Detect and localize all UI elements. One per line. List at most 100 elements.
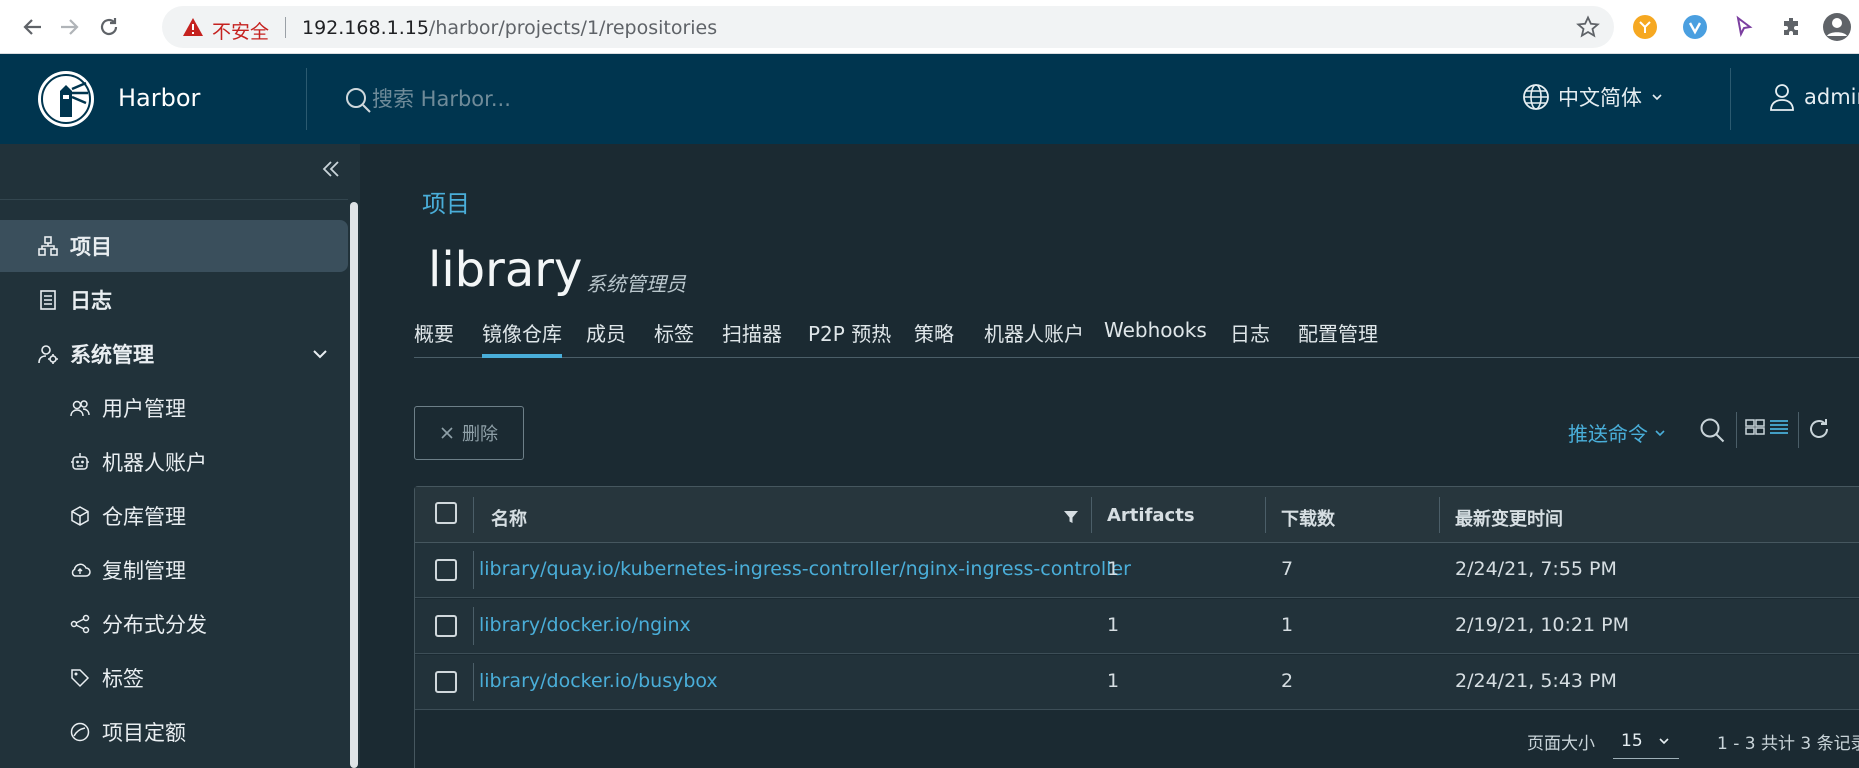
sidebar-item-label: 系统管理	[70, 343, 154, 367]
back-arrow-icon	[23, 19, 41, 35]
tab-logs[interactable]: 日志	[1230, 312, 1270, 358]
column-updated-header[interactable]: 最新变更时间	[1455, 505, 1563, 531]
distribution-icon	[68, 612, 92, 636]
sidebar-item-users[interactable]: 用户管理	[0, 382, 348, 434]
tag-icon	[68, 666, 92, 690]
bookmark-star-icon[interactable]	[1576, 15, 1600, 39]
sidebar-item-replications[interactable]: 复制管理	[0, 544, 348, 596]
table-row[interactable]: library/quay.io/kubernetes-ingress-contr…	[415, 543, 1859, 598]
language-selector[interactable]: 中文简体	[1522, 82, 1664, 112]
collapse-sidebar-icon[interactable]	[320, 158, 342, 180]
sidebar-scrollbar[interactable]	[348, 200, 360, 768]
header-divider-2	[1730, 68, 1731, 130]
repository-name-link[interactable]: library/docker.io/busybox	[479, 670, 718, 692]
replication-icon	[68, 558, 92, 582]
row-divider	[473, 663, 474, 701]
filter-icon[interactable]	[1063, 509, 1079, 525]
row-checkbox[interactable]	[435, 671, 457, 693]
scrollbar-thumb[interactable]	[350, 202, 358, 768]
tab-summary[interactable]: 概要	[414, 312, 454, 358]
tab-webhooks[interactable]: Webhooks	[1104, 312, 1207, 358]
table-row[interactable]: library/docker.io/nginx 1 1 2/19/21, 10:…	[415, 599, 1859, 654]
user-icon	[1770, 84, 1794, 111]
address-bar[interactable]: 不安全 192.168.1.15/harbor/projects/1/repos…	[162, 6, 1614, 48]
sidebar-item-logs[interactable]: 日志	[0, 274, 348, 326]
column-divider	[473, 497, 474, 533]
updated-time: 2/24/21, 7:55 PM	[1455, 558, 1617, 580]
column-pulls-header[interactable]: 下载数	[1281, 505, 1335, 531]
extension-1[interactable]	[1630, 12, 1660, 42]
row-divider	[473, 607, 474, 645]
chevron-down-icon[interactable]	[310, 344, 330, 364]
global-search-input[interactable]	[372, 82, 972, 116]
tab-labels[interactable]: 标签	[654, 312, 694, 358]
sidebar-item-label: 机器人账户	[102, 451, 207, 475]
globe-icon	[1523, 84, 1549, 110]
list-view-toggle[interactable]	[1768, 416, 1790, 438]
repository-name-link[interactable]: library/docker.io/nginx	[479, 614, 691, 636]
omnibox-divider	[285, 17, 286, 38]
log-icon	[36, 288, 60, 312]
tab-policy[interactable]: 策略	[914, 312, 954, 358]
sidebar-item-project-quotas[interactable]: 项目定额	[0, 706, 348, 758]
brand-name[interactable]: Harbor	[118, 84, 200, 112]
language-label: 中文简体	[1558, 86, 1642, 110]
sidebar-item-label: 仓库管理	[102, 505, 186, 529]
user-name: admin	[1804, 85, 1859, 109]
row-checkbox[interactable]	[435, 615, 457, 637]
sidebar-item-projects[interactable]: 项目	[0, 220, 348, 272]
table-search-button[interactable]	[1698, 416, 1726, 444]
table-footer: 页面大小 15 1 - 3 共计 3 条记录	[415, 713, 1859, 768]
pull-count: 2	[1281, 670, 1294, 692]
tab-repositories[interactable]: 镜像仓库	[482, 312, 562, 358]
harbor-logo-icon[interactable]	[36, 69, 96, 129]
sidebar-item-label: 日志	[70, 289, 112, 313]
chevron-down-icon	[1659, 737, 1669, 744]
sidebar-item-labels[interactable]: 标签	[0, 652, 348, 704]
sidebar-item-distributions[interactable]: 分布式分发	[0, 598, 348, 650]
sidebar-item-system-admin[interactable]: 系统管理	[0, 328, 348, 380]
project-tabs: 概要 镜像仓库 成员 标签 扫描器 P2P 预热 策略 机器人账户 Webhoo…	[414, 312, 1859, 358]
repositories-table: 名称 Artifacts 下载数 最新变更时间 library/quay.io/…	[414, 486, 1859, 768]
extension-blue-icon	[1683, 15, 1707, 39]
robot-icon	[68, 450, 92, 474]
select-all-checkbox[interactable]	[435, 502, 457, 524]
table-header: 名称 Artifacts 下载数 最新变更时间	[415, 487, 1859, 543]
url-text[interactable]: 192.168.1.15/harbor/projects/1/repositor…	[302, 17, 717, 39]
profile-avatar[interactable]	[1822, 12, 1852, 42]
users-icon	[68, 396, 92, 420]
extension-3[interactable]	[1728, 12, 1758, 42]
row-checkbox[interactable]	[435, 559, 457, 581]
sidebar-item-label: 标签	[102, 667, 144, 691]
chevron-down-icon	[1652, 94, 1662, 101]
main-content: 项目 library 系统管理员 概要 镜像仓库 成员 标签 扫描器 P2P 预…	[360, 144, 1859, 768]
user-menu[interactable]: admin	[1768, 82, 1859, 112]
tab-p2p-preheat[interactable]: P2P 预热	[808, 312, 891, 358]
card-view-toggle[interactable]	[1744, 416, 1766, 438]
column-name-header[interactable]: 名称	[491, 505, 527, 531]
sidebar-item-robot-accounts[interactable]: 机器人账户	[0, 436, 348, 488]
extensions-menu[interactable]	[1776, 12, 1806, 42]
sidebar-item-label: 项目定额	[102, 721, 186, 745]
tab-configuration[interactable]: 配置管理	[1298, 312, 1378, 358]
sidebar-item-registries[interactable]: 仓库管理	[0, 490, 348, 542]
system-admin-icon	[36, 342, 60, 366]
tab-members[interactable]: 成员	[586, 312, 626, 358]
warning-icon	[183, 18, 203, 36]
close-icon	[441, 427, 453, 439]
page-size-select[interactable]: 15	[1613, 723, 1679, 759]
extension-cursor-icon	[1736, 15, 1753, 38]
delete-button[interactable]: 删除	[414, 406, 524, 460]
repository-name-link[interactable]: library/quay.io/kubernetes-ingress-contr…	[479, 558, 1131, 580]
breadcrumb[interactable]: 项目	[422, 184, 470, 219]
forward-button[interactable]	[50, 8, 88, 46]
refresh-button[interactable]	[1806, 416, 1832, 442]
table-row[interactable]: library/docker.io/busybox 1 2 2/24/21, 5…	[415, 655, 1859, 710]
reload-button[interactable]	[90, 8, 128, 46]
column-artifacts-header[interactable]: Artifacts	[1107, 505, 1195, 526]
push-command-dropdown[interactable]: 推送命令	[1568, 418, 1666, 447]
extension-2[interactable]	[1680, 12, 1710, 42]
tab-scanner[interactable]: 扫描器	[722, 312, 782, 358]
back-button[interactable]	[14, 8, 52, 46]
tab-robot-accounts[interactable]: 机器人账户	[984, 312, 1084, 358]
